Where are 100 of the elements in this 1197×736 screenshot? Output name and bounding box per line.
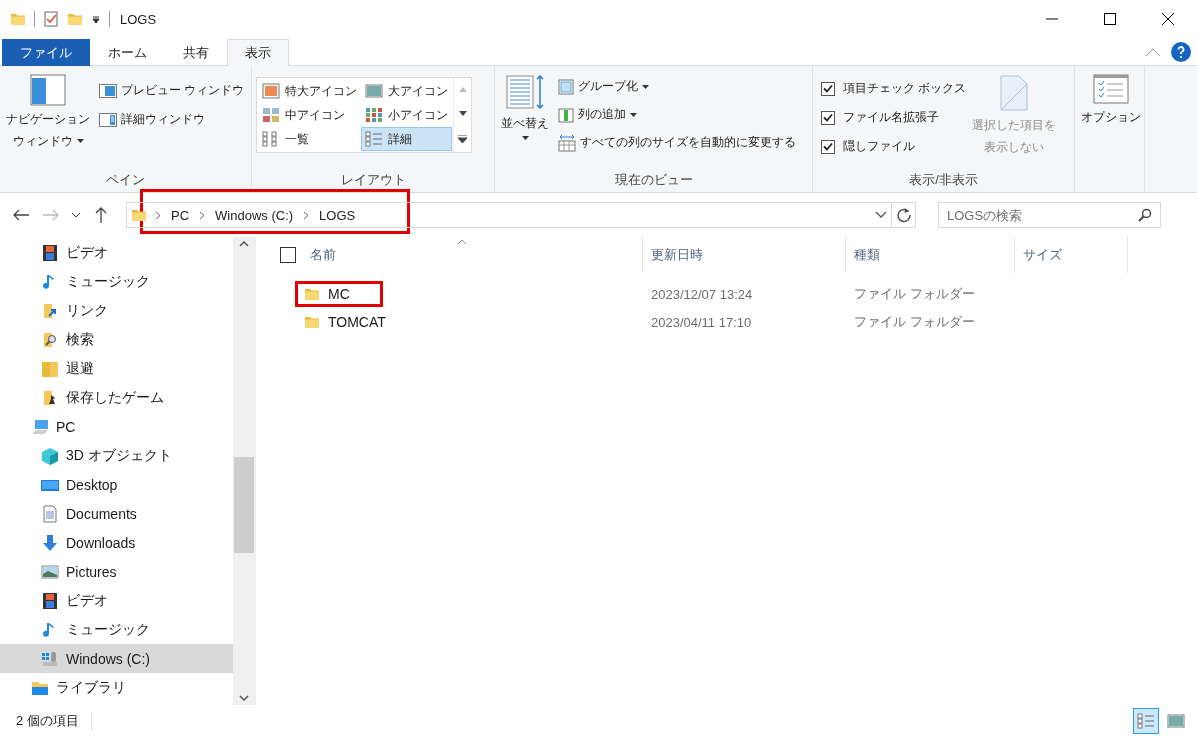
caret-icon: [521, 136, 529, 140]
details-list-icon: [1137, 712, 1155, 729]
navigation-item[interactable]: Documents: [0, 499, 233, 528]
columns-icon: [558, 106, 574, 123]
document-icon: [999, 74, 1030, 112]
layout-option[interactable]: 特大アイコン: [258, 79, 361, 103]
sort-button[interactable]: 並べ替え: [499, 70, 551, 144]
navigation-item[interactable]: ミュージック: [0, 615, 233, 644]
film-icon: [40, 590, 60, 611]
scrollbar[interactable]: [233, 237, 255, 705]
scroll-down-icon[interactable]: [458, 111, 467, 116]
navigation-item[interactable]: Pictures: [0, 557, 233, 586]
checkbox[interactable]: [821, 110, 835, 125]
dropdown-icon[interactable]: [91, 14, 101, 24]
column-header[interactable]: 種類: [846, 237, 1015, 273]
checklist-icon[interactable]: [43, 11, 59, 27]
column-header[interactable]: サイズ: [1015, 237, 1128, 273]
view-button[interactable]: 列の追加: [555, 102, 799, 127]
options-button[interactable]: オプション: [1079, 70, 1143, 130]
layout-option[interactable]: 中アイコン: [258, 103, 361, 127]
column-header[interactable]: 更新日時: [643, 237, 846, 273]
breadcrumb[interactable]: PC: [169, 207, 192, 223]
search-icon[interactable]: [1138, 208, 1152, 222]
film-icon: [40, 242, 60, 263]
collapse-ribbon-icon[interactable]: [1145, 46, 1161, 57]
tile-grid-icon: [262, 107, 280, 123]
ribbon-tab[interactable]: ファイル: [2, 39, 90, 66]
file-name[interactable]: MC: [295, 281, 383, 307]
navigation-item[interactable]: ビデオ: [0, 238, 233, 267]
chevron-right-icon: [199, 210, 206, 220]
column-resize-icon: [558, 133, 576, 152]
table-cell-text: ファイル フォルダー: [853, 285, 976, 303]
layout-option[interactable]: 詳細: [361, 127, 452, 151]
group-label: レイアウト: [339, 171, 407, 189]
layout-option[interactable]: 一覧: [258, 127, 361, 151]
caret-icon: [76, 139, 84, 143]
expand-icon[interactable]: [458, 134, 467, 143]
checkbox[interactable]: [280, 247, 296, 263]
navigation-pane-button[interactable]: ナビゲーション ウィンドウ: [4, 70, 92, 154]
preview-pane-icon: [99, 83, 117, 98]
group-label: 現在のビュー: [613, 171, 694, 189]
picture-icon: [1167, 712, 1185, 729]
scrollbar-thumb[interactable]: [234, 457, 254, 553]
search-field[interactable]: LOGSの検索: [938, 202, 1161, 228]
help-icon[interactable]: [1171, 41, 1191, 62]
pane-button[interactable]: 詳細ウィンドウ: [96, 107, 248, 132]
folder-icon: [131, 207, 147, 223]
ribbon-tab[interactable]: 表示: [227, 39, 289, 66]
navigation-item[interactable]: Windows (C:): [0, 644, 233, 673]
folder-icon: [67, 11, 83, 27]
scroll-down-icon[interactable]: [239, 695, 249, 701]
maximize-icon: [1104, 13, 1116, 25]
group-label: ペイン: [105, 171, 146, 189]
picture-icon: [262, 83, 280, 99]
chevron-down-icon[interactable]: [875, 211, 887, 219]
navigation-item[interactable]: ビデオ: [0, 586, 233, 615]
navigation-item[interactable]: Downloads: [0, 528, 233, 557]
details-view-button[interactable]: [1133, 707, 1159, 734]
minimize-icon: [1046, 18, 1058, 20]
forward-arrow-icon: [43, 209, 59, 221]
folder-icon: [304, 286, 320, 302]
folder-icon: [10, 11, 26, 27]
table-cell-text: 2023/04/11 17:10: [650, 314, 753, 330]
checkbox-label: 項目チェック ボックス: [843, 80, 967, 97]
navigation-item[interactable]: 3D オブジェクト: [0, 441, 233, 470]
breadcrumb[interactable]: Windows (C:): [213, 207, 296, 223]
navigation-item[interactable]: ミュージック: [0, 267, 233, 296]
scroll-up-icon[interactable]: [239, 241, 249, 247]
refresh-icon: [895, 207, 912, 223]
navigation-item[interactable]: Desktop: [0, 470, 233, 499]
ribbon-tab[interactable]: ホーム: [90, 39, 165, 66]
window-title: LOGS: [120, 11, 157, 27]
address-bar[interactable]: PC Windows (C:) LOGS: [126, 202, 916, 228]
back-arrow-icon: [13, 209, 29, 221]
pane-button[interactable]: プレビュー ウィンドウ: [96, 78, 248, 103]
breadcrumb[interactable]: LOGS: [317, 207, 358, 223]
close-icon: [1162, 13, 1174, 25]
navigation-item[interactable]: 退避: [0, 354, 233, 383]
group-label: 表示/非表示: [908, 171, 979, 189]
checkbox[interactable]: [821, 139, 835, 154]
navigation-item[interactable]: リンク: [0, 296, 233, 325]
navigation-item[interactable]: 検索: [0, 325, 233, 354]
checkbox-label: 隠しファイル: [843, 138, 915, 155]
view-button[interactable]: グループ化: [555, 74, 799, 99]
down-arrow-icon: [40, 532, 60, 553]
group-icon: [558, 78, 574, 95]
options-list-icon: [1093, 74, 1129, 104]
layout-option[interactable]: 小アイコン: [361, 103, 452, 127]
checkbox[interactable]: [821, 81, 835, 96]
view-button[interactable]: すべての列のサイズを自動的に変更する: [555, 130, 799, 155]
column-header[interactable]: 名前: [272, 237, 643, 273]
navigation-item[interactable]: ライブラリ: [0, 673, 233, 702]
navigation-item[interactable]: 保存したゲーム: [0, 383, 233, 412]
ribbon-tab[interactable]: 共有: [165, 39, 227, 66]
sort-caret-icon: [457, 239, 467, 245]
navigation-item[interactable]: PC: [0, 412, 233, 441]
file-name[interactable]: TOMCAT: [295, 309, 419, 335]
layout-option[interactable]: 大アイコン: [361, 79, 452, 103]
document-icon: [40, 503, 60, 524]
folder-icon: [304, 314, 320, 330]
